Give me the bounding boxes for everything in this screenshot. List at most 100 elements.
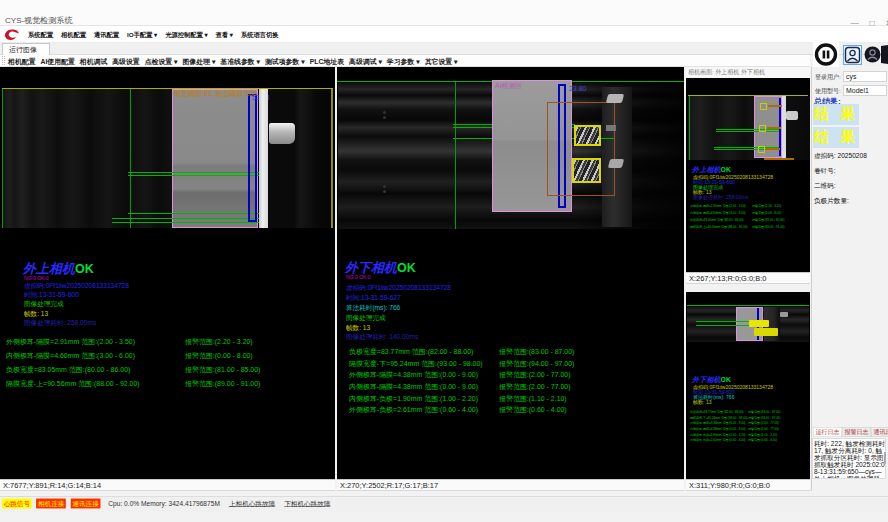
menu-item[interactable]: 系统语言切换 xyxy=(241,27,279,42)
toolbar-item[interactable]: 测试项参数 ▾ xyxy=(265,57,305,67)
toolbar-item[interactable]: 点检设置 ▾ xyxy=(145,57,178,67)
measurement-alarm: 报警范围:(89.00 - 91.00) xyxy=(752,225,785,228)
roi-box-pink xyxy=(172,89,258,228)
toolbar-item[interactable]: PLC地址表 xyxy=(310,57,344,67)
camera-result-title: 外下相机OK xyxy=(345,261,416,275)
vcode-row: 虚拟码: 20250208 xyxy=(814,152,867,159)
measurement-value: 外侧极耳-隔膜=2.91mm 范围:(2.00 - 3.50) xyxy=(6,338,135,345)
status-bar-items: 心跳信号 相机连接 通讯连接 Cpu: 0.0% Memory: 3424.41… xyxy=(2,498,330,508)
login-user-label: 登录用户: xyxy=(815,74,841,80)
measurement-alarm: 报警范围:(2.00 - 77.00) xyxy=(748,427,779,430)
camera-panel-upper: 53.88 固定阈值:93, 动态阈值:100 外上相机OK NG:0 OK:0… xyxy=(0,67,335,479)
toolbar-item[interactable]: 图像处理 ▾ xyxy=(182,57,215,67)
toolbar-item[interactable]: 学习参数 ▾ xyxy=(387,57,420,67)
measurement-value: 隔膜宽度-下=95.24mm 范围:(93.00 - 98.00) xyxy=(349,360,483,367)
toolbar-item[interactable]: 相机配置 xyxy=(8,57,36,67)
ai-region-label: AI检测区 xyxy=(495,82,522,89)
camera-image-left: 53.88 固定阈值:93, 动态阈值:100 xyxy=(0,67,335,229)
measurement-value: 外侧极耳-隔膜=4.38mm 范围:(0.00 - 9.00) xyxy=(349,371,478,378)
measurement-value: 外侧极耳-隔膜=2.91mm 范围:(2.00 - 3.50) xyxy=(690,204,746,207)
cpu-memory-text: Cpu: 0.0% Memory: 3424.41796875M xyxy=(108,499,220,509)
measurement-alarm: 报警范围:(81.00 - 85.00) xyxy=(752,218,785,221)
app-logo-icon xyxy=(3,28,20,42)
gauge-value: 23.80 xyxy=(569,85,586,92)
measurement-row: 负极宽度=83.77mm 范围:(82.00 - 88.00) 报警范围:(83.… xyxy=(349,348,679,360)
menu-items: 系统配置相机配置通讯配置 IO手配置 ▾ 光源控制配置 ▾ 查看 ▾ 系统语言切换 xyxy=(28,27,286,42)
measurement-alarm: 报警范围:(0.60 - 4.00) xyxy=(748,438,777,441)
camera-result-title: 外上相机OK xyxy=(23,262,94,276)
measurement-alarm: 报警范围:(2.00 - 77.00) xyxy=(499,371,571,378)
log-area[interactable]: 耗时: 222, 触发检测耗时: 17, 触发分离耗时: 0, 触发抓取分区耗时… xyxy=(812,438,886,479)
measurement-alarm: 报警范围:(1.10 - 2.10) xyxy=(748,433,777,436)
result-box-1: 结 果 xyxy=(813,104,859,125)
log-tab[interactable]: 报警日志 xyxy=(842,427,871,437)
measurement-row: 内侧极耳-隔膜=4.60mm 范围:(3.00 - 6.00)报警范围:(0.0… xyxy=(6,352,326,366)
check-box-yellow-2 xyxy=(572,158,601,183)
sidebar-divider xyxy=(811,67,812,491)
measurement-value: 内侧极耳-隔膜=4.60mm 范围:(3.00 - 6.00) xyxy=(6,352,135,359)
measurement-row: 负极宽度=83.05mm 范围:(80.00 - 86.00)报警范围:(81.… xyxy=(6,366,326,380)
pixel-status-p1: X:267;Y:13;R:0;G:0;B:0 xyxy=(686,272,810,284)
camera-link-badge: 相机连接 xyxy=(36,499,66,509)
preview-panel-upper: 外上相机OK 虚拟码:0Ff1iiw20250208133134728 时间:1… xyxy=(686,78,810,272)
camera-panel-lower: AI检测区 23.80 外下相机OK NG:0 OK:0 虚拟码:0Ff1iiw… xyxy=(337,67,684,479)
menu-item[interactable]: 查看 ▾ xyxy=(216,27,233,42)
measurement-alarm: 报警范围:(0.60 - 4.00) xyxy=(499,406,567,413)
needle-label: 卷针号: xyxy=(814,167,836,174)
measurement-alarm: 报警范围:(83.00 - 87.00) xyxy=(748,410,781,413)
measurement-value: 隔膜宽度-上=90.56mm 范围:(88.00 - 92.00) xyxy=(690,225,748,228)
measurement-value: 负极宽度=83.05mm 范围:(80.00 - 86.00) xyxy=(690,218,744,221)
login-user-value[interactable]: cys xyxy=(843,71,887,82)
menu-item[interactable]: 相机配置 xyxy=(61,27,86,42)
menu-item[interactable]: 光源控制配置 ▾ xyxy=(165,27,207,42)
heartbeat-badge: 心跳信号 xyxy=(2,499,32,509)
model-value[interactable]: Model1 xyxy=(843,85,887,96)
toolbar-items: 相机配置 AI使用配置相机调试高级设置点检设置 ▾ 图像处理 ▾ 基准线参数 ▾ 测试项… xyxy=(8,56,462,67)
measurement-alarm: 报警范围:(94.00 - 97.00) xyxy=(748,416,781,419)
toolbar-item[interactable]: 其它设置 ▾ xyxy=(425,57,458,67)
toolbar-item[interactable]: 高级调试 ▾ xyxy=(349,57,382,67)
measurement-alarm: 报警范围:(89.00 - 91.00) xyxy=(185,380,260,387)
preview-image-2 xyxy=(686,292,810,342)
measurement-row: 隔膜宽度-上=90.56mm 范围:(88.00 - 92.00) 报警范围:(8… xyxy=(6,380,326,394)
measurement-value: 负极宽度=83.05mm 范围:(80.00 - 86.00) xyxy=(6,366,130,373)
measurement-row: 隔膜宽度-上=90.56mm 范围:(88.00 - 92.00) 报警范围:(8… xyxy=(690,225,808,232)
metal-clip xyxy=(269,123,295,144)
pixel-status-p2: X:311;Y:980;R:0;G:0;B:0 xyxy=(686,479,810,491)
measurement-value: 隔膜宽度-上=90.56mm 范围:(88.00 - 92.00) xyxy=(6,380,140,387)
result-box-2: 结 果 xyxy=(813,127,859,148)
toolbar-item[interactable]: AI使用配置 xyxy=(40,57,74,67)
measurement-list: 外侧极耳-隔膜=2.91mm 范围:(2.00 - 3.50)报警范围:(2.2… xyxy=(6,338,326,394)
measurement-value: 内侧极耳-负极=1.90mm 范围:(1.00 - 2.20) xyxy=(349,395,478,402)
measurement-value: 外侧极耳-负极=2.61mm 范围:(0.60 - 4.00) xyxy=(690,438,746,441)
measurement-row: 外侧极耳-隔膜=2.91mm 范围:(2.00 - 3.50)报警范围:(2.2… xyxy=(6,338,326,352)
measurement-value: 负极宽度=83.77mm 范围:(82.00 - 88.00) xyxy=(690,410,744,413)
log-tab[interactable]: 运行日志 xyxy=(813,427,842,437)
user-button[interactable] xyxy=(843,45,862,65)
measurement-alarm: 报警范围:(83.00 - 87.00) xyxy=(499,348,574,355)
threshold-label: 固定阈值:93, 动态阈值:100 xyxy=(174,90,257,97)
measurement-row: 内侧极耳-隔膜=4.38mm 范围:(0.00 - 9.00)报警范围:(2.0… xyxy=(349,383,679,395)
pause-button[interactable] xyxy=(813,42,839,67)
menu-item[interactable]: 系统配置 xyxy=(28,27,53,42)
preview-panel-lower: 外下相机OK 虚拟码:0Ff1iiw20250208133134728 时间:1… xyxy=(686,292,810,479)
measurement-value: 负极宽度=83.77mm 范围:(82.00 - 88.00) xyxy=(349,348,473,355)
pixel-status-mid: X:270;Y:2502;R:17;G:17;B:17 xyxy=(337,479,684,491)
title-bar: CYS-视觉检测系统 xyxy=(0,0,888,26)
preview-image-1 xyxy=(686,78,810,162)
toolbar-item[interactable]: 相机调试 xyxy=(80,57,108,67)
exit-button[interactable] xyxy=(880,44,888,65)
measurement-alarm: 报警范围:(2.00 - 77.00) xyxy=(499,383,571,390)
log-scrollbar[interactable] xyxy=(884,452,886,464)
toolbar-item[interactable]: 基准线参数 ▾ xyxy=(220,57,260,67)
menu-item[interactable]: IO手配置 ▾ xyxy=(127,27,157,42)
account-button[interactable] xyxy=(864,45,881,64)
tab-run-image[interactable]: 运行图像 xyxy=(2,43,50,55)
toolbar-item[interactable]: 高级设置 xyxy=(112,57,140,67)
log-tabs: 运行日志报警日志通讯日志 xyxy=(813,427,888,437)
menu-item[interactable]: 通讯配置 xyxy=(94,27,119,42)
model-label: 使用型号: xyxy=(815,88,841,94)
log-tab[interactable]: 通讯日志 xyxy=(871,427,888,437)
toolbar-grip[interactable] xyxy=(2,56,5,65)
camera-image-mid: AI检测区 23.80 xyxy=(337,67,684,230)
